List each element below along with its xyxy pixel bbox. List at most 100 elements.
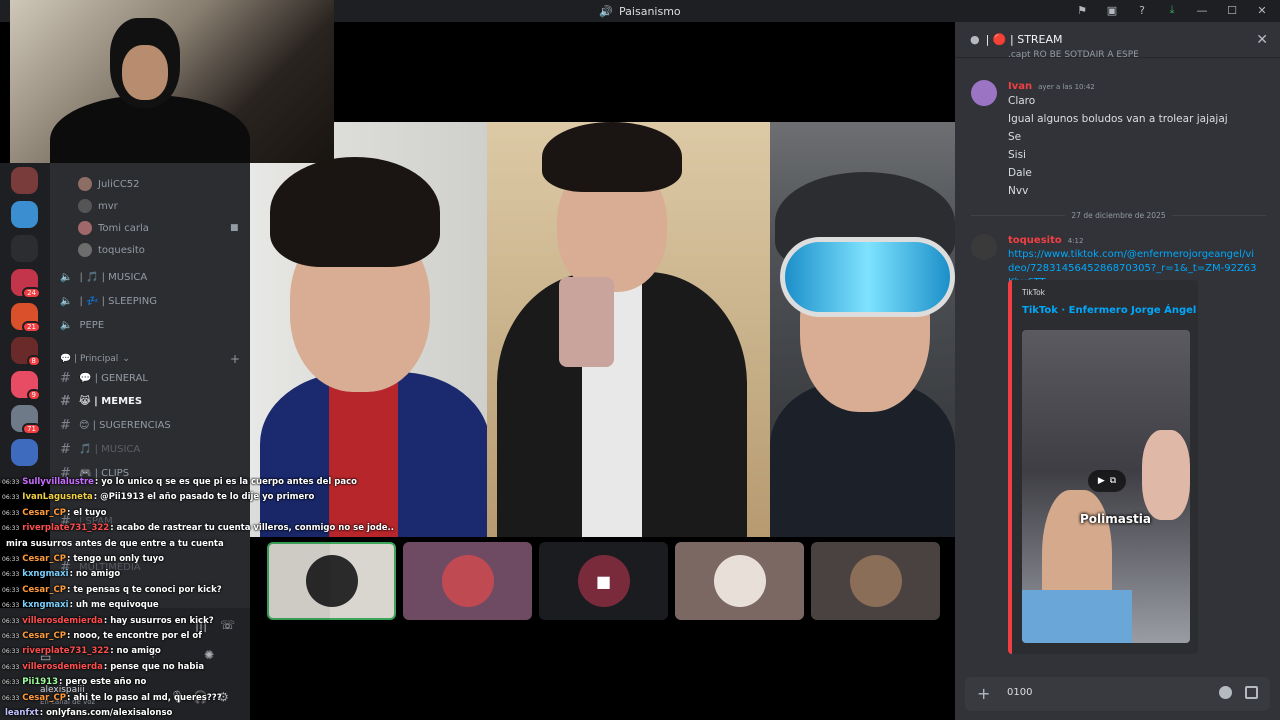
- thread-icon: ●: [970, 33, 980, 46]
- chat-title: | 🔴 | STREAM: [985, 33, 1063, 46]
- chat-username[interactable]: villerosdemierda: [22, 662, 103, 672]
- voice-user[interactable]: toquesito: [78, 243, 145, 257]
- stream-chat-line: 06:33 kxngmaxi: uh me equivoque: [2, 600, 159, 610]
- text-channel-general[interactable]: # 💬 | GENERAL: [60, 371, 148, 386]
- ski-goggles: [780, 237, 955, 317]
- gif-image-icon[interactable]: [1245, 686, 1258, 699]
- help-icon[interactable]: ?: [1134, 2, 1150, 18]
- voice-channel-sleeping[interactable]: 🔈 | 💤 | SLEEPING: [60, 296, 157, 307]
- chat-username[interactable]: Sullyvillalustre: [22, 477, 94, 487]
- chat-text: : ahi te lo paso al md, queres???: [67, 692, 222, 703]
- video-tile-3[interactable]: [770, 122, 955, 537]
- server-icon[interactable]: 71: [11, 405, 41, 435]
- text-channel-memes[interactable]: # 😹 | MEMES: [60, 394, 142, 409]
- avatar[interactable]: [971, 234, 997, 260]
- avatar[interactable]: [971, 80, 997, 106]
- participant-thumb[interactable]: [403, 542, 532, 620]
- text-channel-musica[interactable]: # 🎵 | MUSICA: [60, 442, 140, 457]
- server-icon[interactable]: [11, 201, 38, 228]
- stream-chat-line: 06:33 Cesar_CP: ahi te lo paso al md, que…: [2, 693, 222, 703]
- channel-label: 💬 | GENERAL: [79, 373, 148, 384]
- play-icon[interactable]: ▶: [1098, 476, 1105, 486]
- chat-text: : yo lo unico q se es que pi es la cuerp…: [94, 477, 357, 487]
- chat-text: : te pensas q te conoci por kick?: [67, 584, 222, 595]
- chat-username[interactable]: riverplate731_322: [22, 646, 109, 656]
- video-icon: ■: [230, 223, 239, 233]
- participant-thumb[interactable]: [811, 542, 940, 620]
- category-principal[interactable]: 💬 | Principal ⌄ +: [60, 352, 240, 366]
- voice-user[interactable]: Tomi carla ■: [78, 221, 239, 235]
- chat-username[interactable]: Cesar_CP: [22, 631, 66, 641]
- notification-badge: 8: [26, 355, 41, 367]
- chat-username[interactable]: villerosdemierda: [22, 616, 103, 626]
- maximize-icon[interactable]: ☐: [1224, 2, 1240, 18]
- voice-user[interactable]: mvr: [78, 199, 118, 213]
- text-channel-sugerencias[interactable]: # 😊 | SUGERENCIAS: [60, 418, 171, 433]
- message-author[interactable]: toquesito 4:12: [1008, 235, 1083, 246]
- server-icon[interactable]: [11, 235, 38, 262]
- hash-icon: #: [60, 442, 71, 457]
- server-icon[interactable]: [11, 439, 38, 466]
- download-icon[interactable]: ⤓: [1164, 2, 1180, 18]
- voice-user-name: mvr: [98, 200, 118, 212]
- server-icon[interactable]: 21: [11, 303, 41, 333]
- flag-icon[interactable]: ⚑: [1074, 2, 1090, 18]
- chat-text: : el tuyo: [67, 507, 107, 518]
- voice-channel-pepe[interactable]: 🔈 PEPE: [60, 320, 104, 331]
- message-timestamp: ayer a las 10:42: [1038, 83, 1095, 91]
- author-name: toquesito: [1008, 235, 1062, 246]
- server-icon[interactable]: 9: [11, 371, 41, 401]
- participant-thumb[interactable]: ■: [539, 542, 668, 620]
- message-composer[interactable]: + 0100: [965, 677, 1270, 711]
- person-hair: [542, 122, 682, 192]
- window-title-group: 🔊 Paisanismo: [599, 5, 680, 18]
- chat-timestamp: 06:33: [2, 494, 20, 502]
- stream-chat-line: 06:33 Cesar_CP: te pensas q te conoci por…: [2, 585, 222, 595]
- message-line: Se: [1008, 131, 1022, 143]
- video-tile-2[interactable]: [487, 122, 770, 537]
- chat-username[interactable]: Pii1913: [22, 677, 58, 687]
- chat-text: : no amigo: [69, 569, 121, 580]
- chat-username[interactable]: Cesar_CP: [22, 693, 66, 703]
- chat-username[interactable]: leanfxt: [5, 708, 39, 718]
- close-icon[interactable]: ✕: [1256, 32, 1268, 48]
- voice-user[interactable]: JuliCC52: [78, 177, 140, 191]
- chat-text: : uh me equivoque: [69, 600, 159, 611]
- chat-username[interactable]: Cesar_CP: [22, 508, 66, 518]
- video-grid: [250, 122, 955, 537]
- server-icon[interactable]: [11, 167, 38, 194]
- avatar: [713, 555, 766, 607]
- open-external-icon[interactable]: ⧉: [1110, 476, 1116, 486]
- titlebar-actions: ⚑ ▣ ? ⤓ — ☐ ✕: [1074, 2, 1270, 18]
- server-rail: 24 21 8 9 71: [0, 163, 50, 483]
- video-tile-1[interactable]: [250, 122, 487, 537]
- chat-username[interactable]: Cesar_CP: [22, 585, 66, 595]
- server-icon[interactable]: 8: [11, 337, 41, 367]
- chat-username[interactable]: Cesar_CP: [22, 554, 66, 564]
- video-play-controls[interactable]: ▶ ⧉: [1088, 470, 1126, 492]
- inbox-icon[interactable]: ▣: [1104, 2, 1120, 18]
- date-divider-label: 27 de diciembre de 2025: [1071, 210, 1166, 220]
- embed-video[interactable]: ▶ ⧉: [1022, 330, 1190, 643]
- stream-chat-line: 06:33 riverplate731_322: no amigo: [2, 646, 161, 656]
- minimize-icon[interactable]: —: [1194, 2, 1210, 18]
- chat-username[interactable]: kxngmaxi: [22, 569, 68, 579]
- chat-username[interactable]: kxngmaxi: [22, 600, 68, 610]
- stream-chat-line: 06:33 Cesar_CP: tengo un only tuyo: [2, 554, 164, 564]
- notification-badge: 9: [26, 389, 41, 401]
- add-attachment-icon[interactable]: +: [977, 684, 990, 703]
- chat-username[interactable]: riverplate731_322: [22, 523, 109, 533]
- close-window-icon[interactable]: ✕: [1254, 2, 1270, 18]
- video-caption: Polimastia: [1080, 512, 1151, 526]
- stream-chat-line: leanfxt: onlyfans.com/alexisalonso: [2, 708, 172, 718]
- message-author[interactable]: Ivan ayer a las 10:42: [1008, 81, 1095, 92]
- embed-title[interactable]: TikTok · Enfermero Jorge Ángel: [1022, 305, 1196, 316]
- emoji-icon[interactable]: [1219, 686, 1232, 699]
- chat-username[interactable]: IvanLagusneta: [22, 492, 92, 502]
- composer-input[interactable]: 0100: [1007, 687, 1032, 698]
- server-icon[interactable]: 24: [11, 269, 41, 299]
- voice-user-name: toquesito: [98, 244, 145, 256]
- participant-thumb[interactable]: [675, 542, 804, 620]
- voice-channel-musica[interactable]: 🔈 | 🎵 | MUSICA: [60, 272, 147, 283]
- add-channel-icon[interactable]: +: [230, 352, 240, 366]
